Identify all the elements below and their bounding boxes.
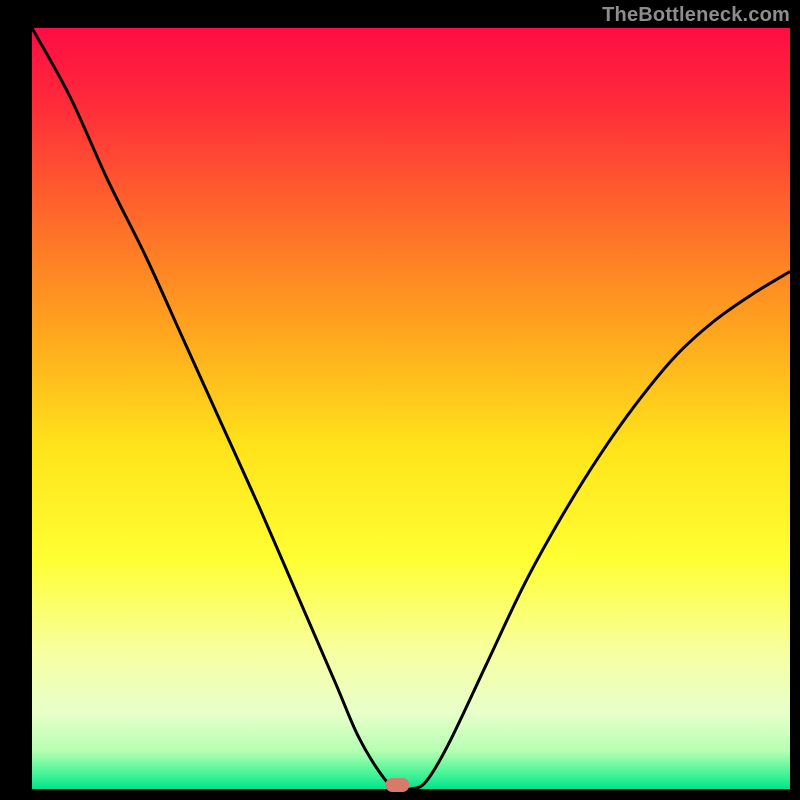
plot-background xyxy=(32,28,790,789)
chart-svg xyxy=(0,0,800,800)
watermark-text: TheBottleneck.com xyxy=(602,4,790,27)
optimal-marker xyxy=(385,778,409,792)
chart-stage: TheBottleneck.com xyxy=(0,0,800,800)
